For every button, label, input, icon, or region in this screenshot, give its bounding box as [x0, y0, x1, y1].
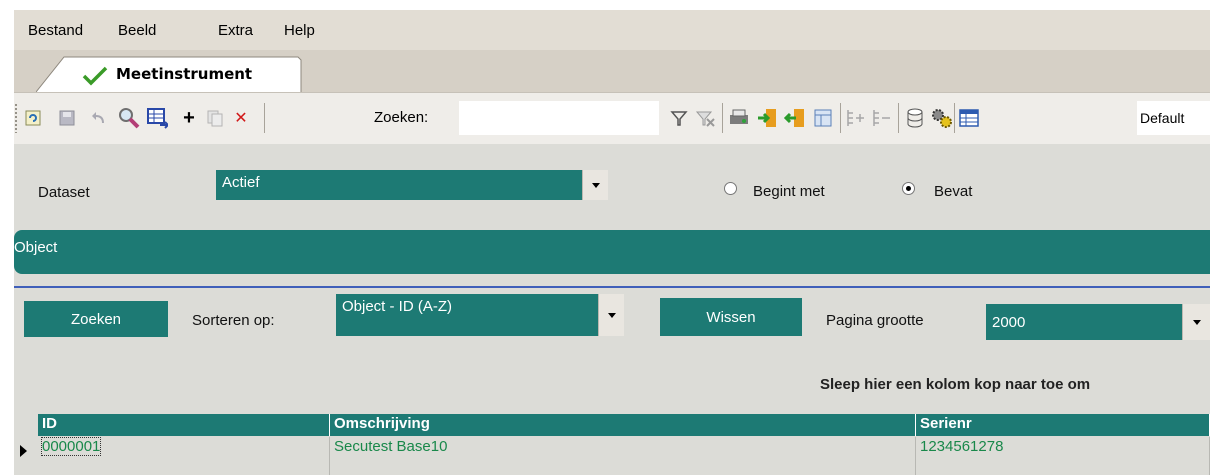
menu-bestand[interactable]: Bestand [28, 22, 83, 39]
layout-select-value: Default [1140, 110, 1185, 126]
section-header-bar[interactable]: Object [14, 230, 1210, 274]
menu-help[interactable]: Help [284, 22, 315, 39]
current-row-indicator-icon [20, 445, 27, 457]
cell-value: 1234561278 [920, 438, 1004, 455]
sort-label: Sorteren op: [192, 312, 275, 329]
column-header-label: Omschrijving [334, 415, 430, 432]
toolbar-separator [898, 103, 899, 133]
tab-strip: Meetinstrument [14, 50, 1210, 92]
save-icon[interactable] [56, 107, 78, 129]
refresh-icon[interactable] [22, 107, 44, 129]
database-icon[interactable] [904, 107, 926, 129]
gears-icon[interactable] [930, 107, 952, 129]
checkmark-icon [82, 66, 108, 86]
group-by-hint: Sleep hier een kolom kop naar toe om [820, 376, 1091, 393]
tab-meetinstrument[interactable]: Meetinstrument [36, 56, 302, 92]
copy-icon[interactable] [204, 107, 226, 129]
table-row-cell-omschrijving[interactable]: Secutest Base10 [330, 437, 916, 475]
column-header-omschrijving[interactable]: Omschrijving [330, 414, 916, 436]
export-icon[interactable] [784, 107, 806, 129]
import-icon[interactable] [756, 107, 778, 129]
radio-bevat-label: Bevat [934, 183, 973, 200]
expand-all-icon[interactable] [844, 107, 866, 129]
dataset-select[interactable]: Actief [216, 170, 608, 200]
radio-begint-met-label: Begint met [753, 183, 825, 200]
chevron-down-icon[interactable] [582, 170, 608, 200]
print-icon[interactable] [728, 107, 750, 129]
wissen-button[interactable]: Wissen [660, 298, 802, 336]
chevron-down-icon[interactable] [1182, 304, 1210, 340]
table-row-cell-id[interactable]: 0000001 [38, 437, 330, 475]
tab-label: Meetinstrument [116, 65, 253, 83]
add-icon[interactable]: + [178, 107, 200, 129]
toolbar-separator [264, 103, 265, 133]
page-size-select[interactable]: 2000 [986, 304, 1210, 340]
layout-select[interactable]: Default [1137, 101, 1210, 135]
section-divider [14, 286, 1210, 288]
menu-extra[interactable]: Extra [218, 22, 253, 39]
dataset-select-value: Actief [222, 174, 260, 191]
filter-icon[interactable] [668, 107, 690, 129]
radio-begint-met[interactable] [724, 182, 737, 195]
table-row-cell-serienr[interactable]: 1234561278 [916, 437, 1210, 475]
sort-select[interactable]: Object - ID (A-Z) [336, 294, 624, 336]
cell-value: Secutest Base10 [334, 438, 448, 455]
section-title: Object [14, 239, 58, 256]
dataset-label: Dataset [38, 184, 90, 201]
layout-icon[interactable] [812, 107, 834, 129]
table-view-icon[interactable] [958, 107, 980, 129]
sort-select-value: Object - ID (A-Z) [342, 298, 453, 315]
collapse-all-icon[interactable] [870, 107, 892, 129]
column-header-id[interactable]: ID [38, 414, 330, 436]
column-header-serienr[interactable]: Serienr [916, 414, 1210, 436]
menu-bar-background [14, 10, 1210, 50]
grid-export-icon[interactable] [146, 107, 168, 129]
zoeken-button[interactable]: Zoeken [24, 301, 168, 337]
toolbar-search-input[interactable] [459, 101, 659, 135]
toolbar-separator [840, 103, 841, 133]
chevron-down-icon[interactable] [598, 294, 624, 336]
toolbar-grip[interactable] [14, 103, 18, 133]
clear-filter-icon[interactable] [694, 107, 716, 129]
column-header-label: ID [42, 415, 57, 432]
cell-value: 0000001 [40, 437, 102, 456]
column-header-label: Serienr [920, 415, 972, 432]
toolbar-separator [954, 103, 955, 133]
undo-icon[interactable] [88, 107, 110, 129]
radio-bevat[interactable] [902, 182, 915, 195]
toolbar-separator [722, 103, 723, 133]
main-content: Dataset Actief Begint met Bevat Object Z… [14, 144, 1210, 475]
toolbar: + ✕ Zoeken: Default [14, 92, 1210, 144]
page-size-value: 2000 [992, 314, 1026, 331]
menu-beeld[interactable]: Beeld [118, 22, 156, 39]
delete-icon[interactable]: ✕ [230, 107, 252, 129]
menu-bar: Bestand Beeld Extra Help [0, 0, 1210, 50]
magnifier-icon[interactable] [118, 107, 140, 129]
page-size-label: Pagina grootte [826, 312, 924, 329]
toolbar-search-label: Zoeken: [374, 109, 429, 126]
